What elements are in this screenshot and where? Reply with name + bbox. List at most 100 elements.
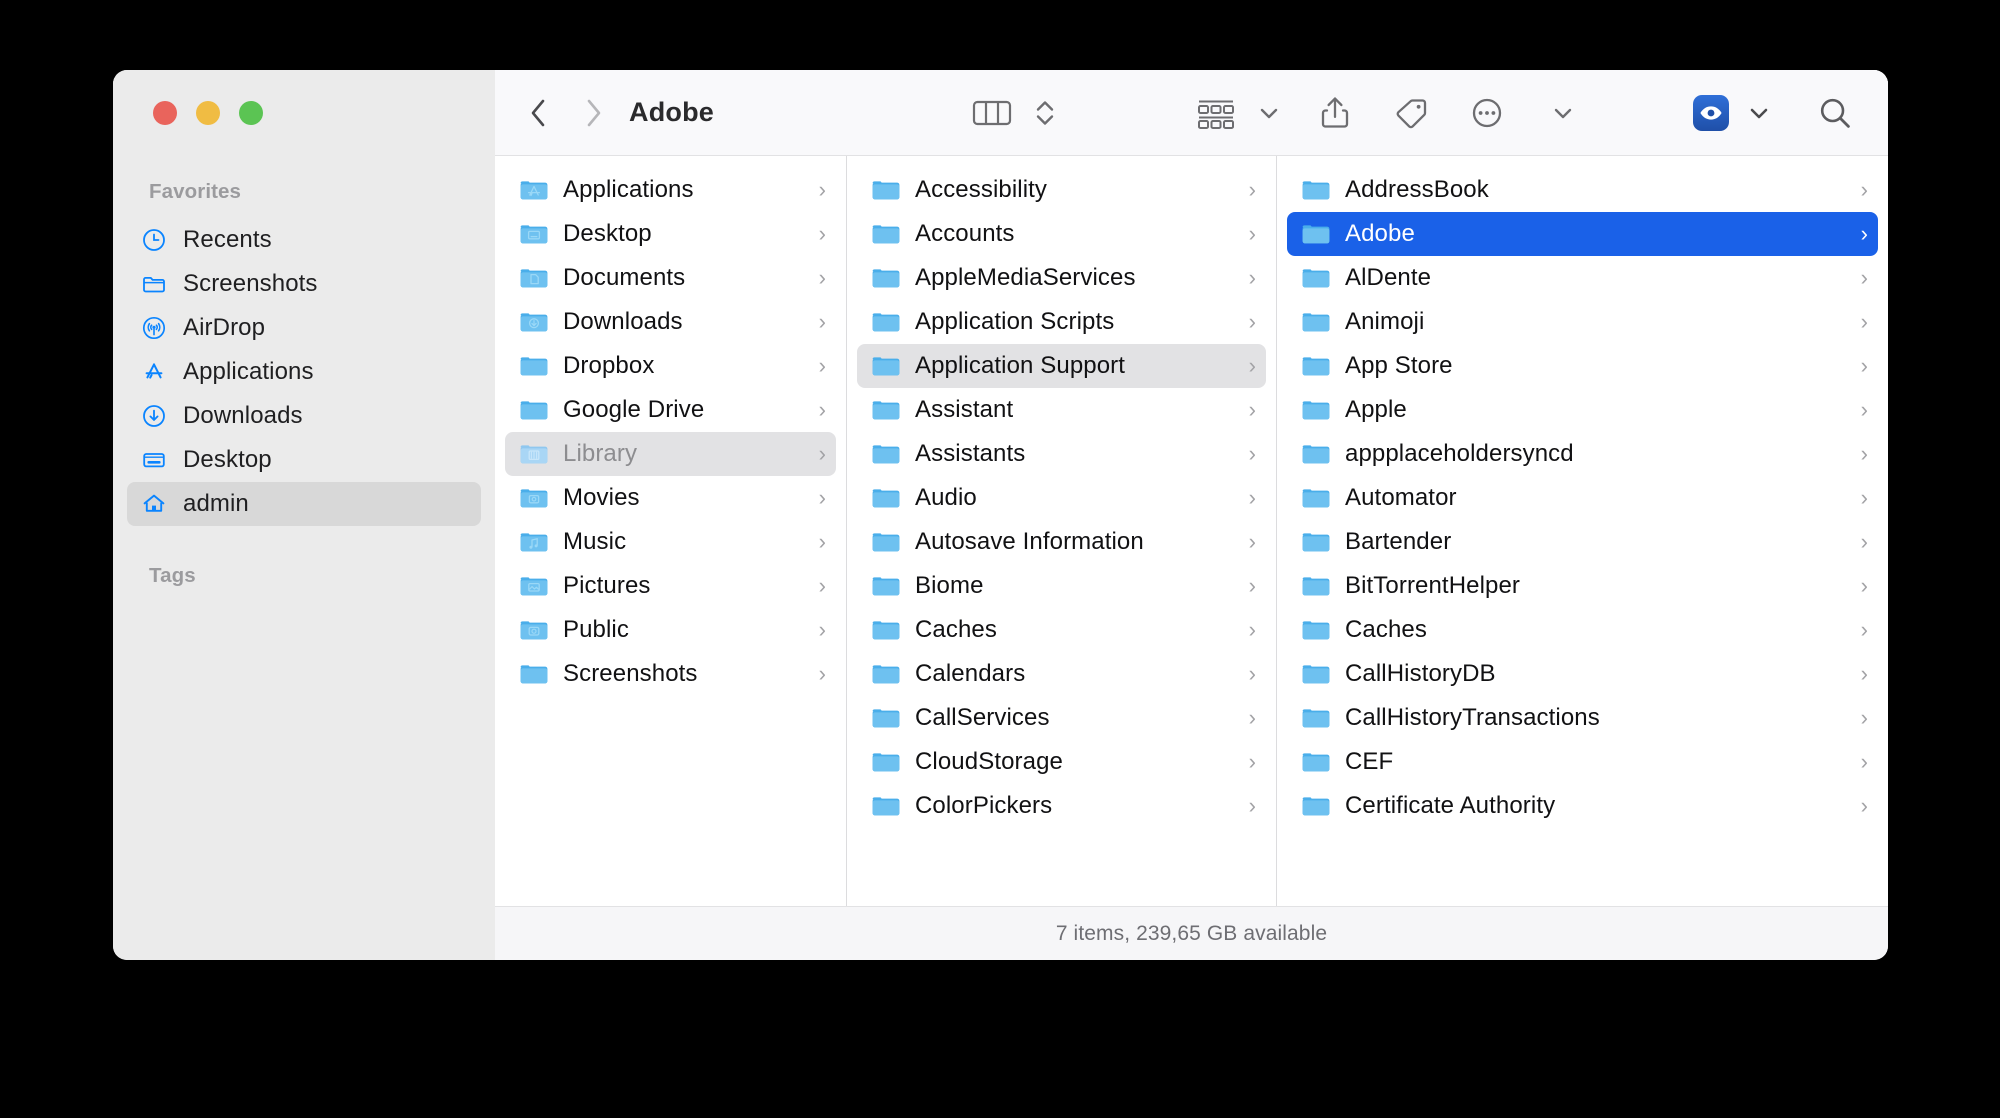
folder-icon [1301,749,1331,775]
dropbox-eye-icon[interactable] [1693,94,1729,131]
sidebar-item-applications[interactable]: Applications [127,350,481,394]
chevron-down-icon[interactable] [1543,89,1583,137]
file-row[interactable]: CallServices › [857,696,1266,740]
chevron-right-icon: › [818,177,826,202]
file-row[interactable]: Downloads › [505,300,836,344]
chevron-right-icon: › [1248,793,1256,818]
file-row-label: CEF [1345,748,1394,775]
group-by-icon[interactable] [1193,89,1239,137]
share-icon[interactable] [1315,89,1355,137]
file-row[interactable]: CallHistoryTransactions › [1287,696,1878,740]
file-row[interactable]: CloudStorage › [857,740,1266,784]
file-row[interactable]: Autosave Information › [857,520,1266,564]
sidebar-item-screenshots[interactable]: Screenshots [127,262,481,306]
chevron-right-icon: › [1248,529,1256,554]
file-row[interactable]: BitTorrentHelper › [1287,564,1878,608]
view-controls [969,89,1065,137]
file-row[interactable]: Assistants › [857,432,1266,476]
chevron-right-icon: › [818,485,826,510]
file-row[interactable]: App Store › [1287,344,1878,388]
sidebar-item-recents[interactable]: Recents [127,218,481,262]
file-row[interactable]: Apple › [1287,388,1878,432]
file-row[interactable]: Certificate Authority › [1287,784,1878,828]
file-row-label: AddressBook [1345,176,1489,203]
file-row[interactable]: AddressBook › [1287,168,1878,212]
chevron-right-icon: › [1248,397,1256,422]
file-row[interactable]: Caches › [857,608,1266,652]
forward-button[interactable] [573,89,613,137]
file-row[interactable]: Movies › [505,476,836,520]
column-view-icon[interactable] [969,89,1015,137]
sidebar: Favorites Recents Screenshots AirDrop Ap… [113,70,495,906]
chevron-right-icon: › [1248,705,1256,730]
sidebar-item-airdrop[interactable]: AirDrop [127,306,481,350]
file-row-label: Library [563,440,638,467]
chevron-right-icon: › [1860,353,1868,378]
file-row[interactable]: Dropbox › [505,344,836,388]
folder-icon [871,353,901,379]
tag-icon[interactable] [1391,89,1431,137]
sidebar-item-label: Screenshots [183,270,318,297]
maximize-window-button[interactable] [239,101,263,125]
file-row[interactable]: CallHistoryDB › [1287,652,1878,696]
file-row[interactable]: ColorPickers › [857,784,1266,828]
file-row[interactable]: Public › [505,608,836,652]
folder-icon [519,485,549,511]
file-row[interactable]: Calendars › [857,652,1266,696]
file-row[interactable]: Documents › [505,256,836,300]
file-row[interactable]: AlDente › [1287,256,1878,300]
sidebar-item-admin[interactable]: admin [127,482,481,526]
folder-icon [871,793,901,819]
file-row[interactable]: AppleMediaServices › [857,256,1266,300]
file-row[interactable]: Audio › [857,476,1266,520]
folder-icon [1301,573,1331,599]
download-icon [141,403,167,429]
file-row-label: App Store [1345,352,1453,379]
chevron-right-icon: › [1860,573,1868,598]
file-row[interactable]: Assistant › [857,388,1266,432]
chevron-down-icon[interactable] [1739,89,1779,137]
minimize-window-button[interactable] [196,101,220,125]
sidebar-item-downloads[interactable]: Downloads [127,394,481,438]
file-row[interactable]: Animoji › [1287,300,1878,344]
folder-icon [1301,705,1331,731]
folder-icon [519,617,549,643]
chevron-right-icon: › [818,617,826,642]
file-row-label: Music [563,528,627,555]
chevron-right-icon: › [818,529,826,554]
folder-icon [1301,177,1331,203]
file-row[interactable]: Accessibility › [857,168,1266,212]
file-row[interactable]: appplaceholdersyncd › [1287,432,1878,476]
chevron-right-icon: › [1860,661,1868,686]
finder-window: Favorites Recents Screenshots AirDrop Ap… [113,70,1888,960]
file-row[interactable]: Accounts › [857,212,1266,256]
file-row[interactable]: Caches › [1287,608,1878,652]
file-row-label: Automator [1345,484,1457,511]
file-row[interactable]: Bartender › [1287,520,1878,564]
folder-icon [871,265,901,291]
view-stepper-icon[interactable] [1025,89,1065,137]
file-row[interactable]: Library › [505,432,836,476]
file-row[interactable]: Automator › [1287,476,1878,520]
chevron-down-icon[interactable] [1249,89,1289,137]
sidebar-item-desktop[interactable]: Desktop [127,438,481,482]
file-row[interactable]: Screenshots › [505,652,836,696]
file-row[interactable]: Adobe › [1287,212,1878,256]
file-row[interactable]: Application Scripts › [857,300,1266,344]
file-row[interactable]: Desktop › [505,212,836,256]
file-row-label: Calendars [915,660,1026,687]
more-ellipsis-icon[interactable] [1467,89,1507,137]
folder-icon [1301,309,1331,335]
chevron-right-icon: › [818,573,826,598]
close-window-button[interactable] [153,101,177,125]
file-row[interactable]: Biome › [857,564,1266,608]
file-row[interactable]: Music › [505,520,836,564]
file-row[interactable]: Application Support › [857,344,1266,388]
file-row[interactable]: Applications › [505,168,836,212]
file-row[interactable]: Pictures › [505,564,836,608]
search-icon[interactable] [1815,89,1855,137]
folder-icon [519,441,549,467]
file-row[interactable]: Google Drive › [505,388,836,432]
back-button[interactable] [519,89,559,137]
file-row[interactable]: CEF › [1287,740,1878,784]
